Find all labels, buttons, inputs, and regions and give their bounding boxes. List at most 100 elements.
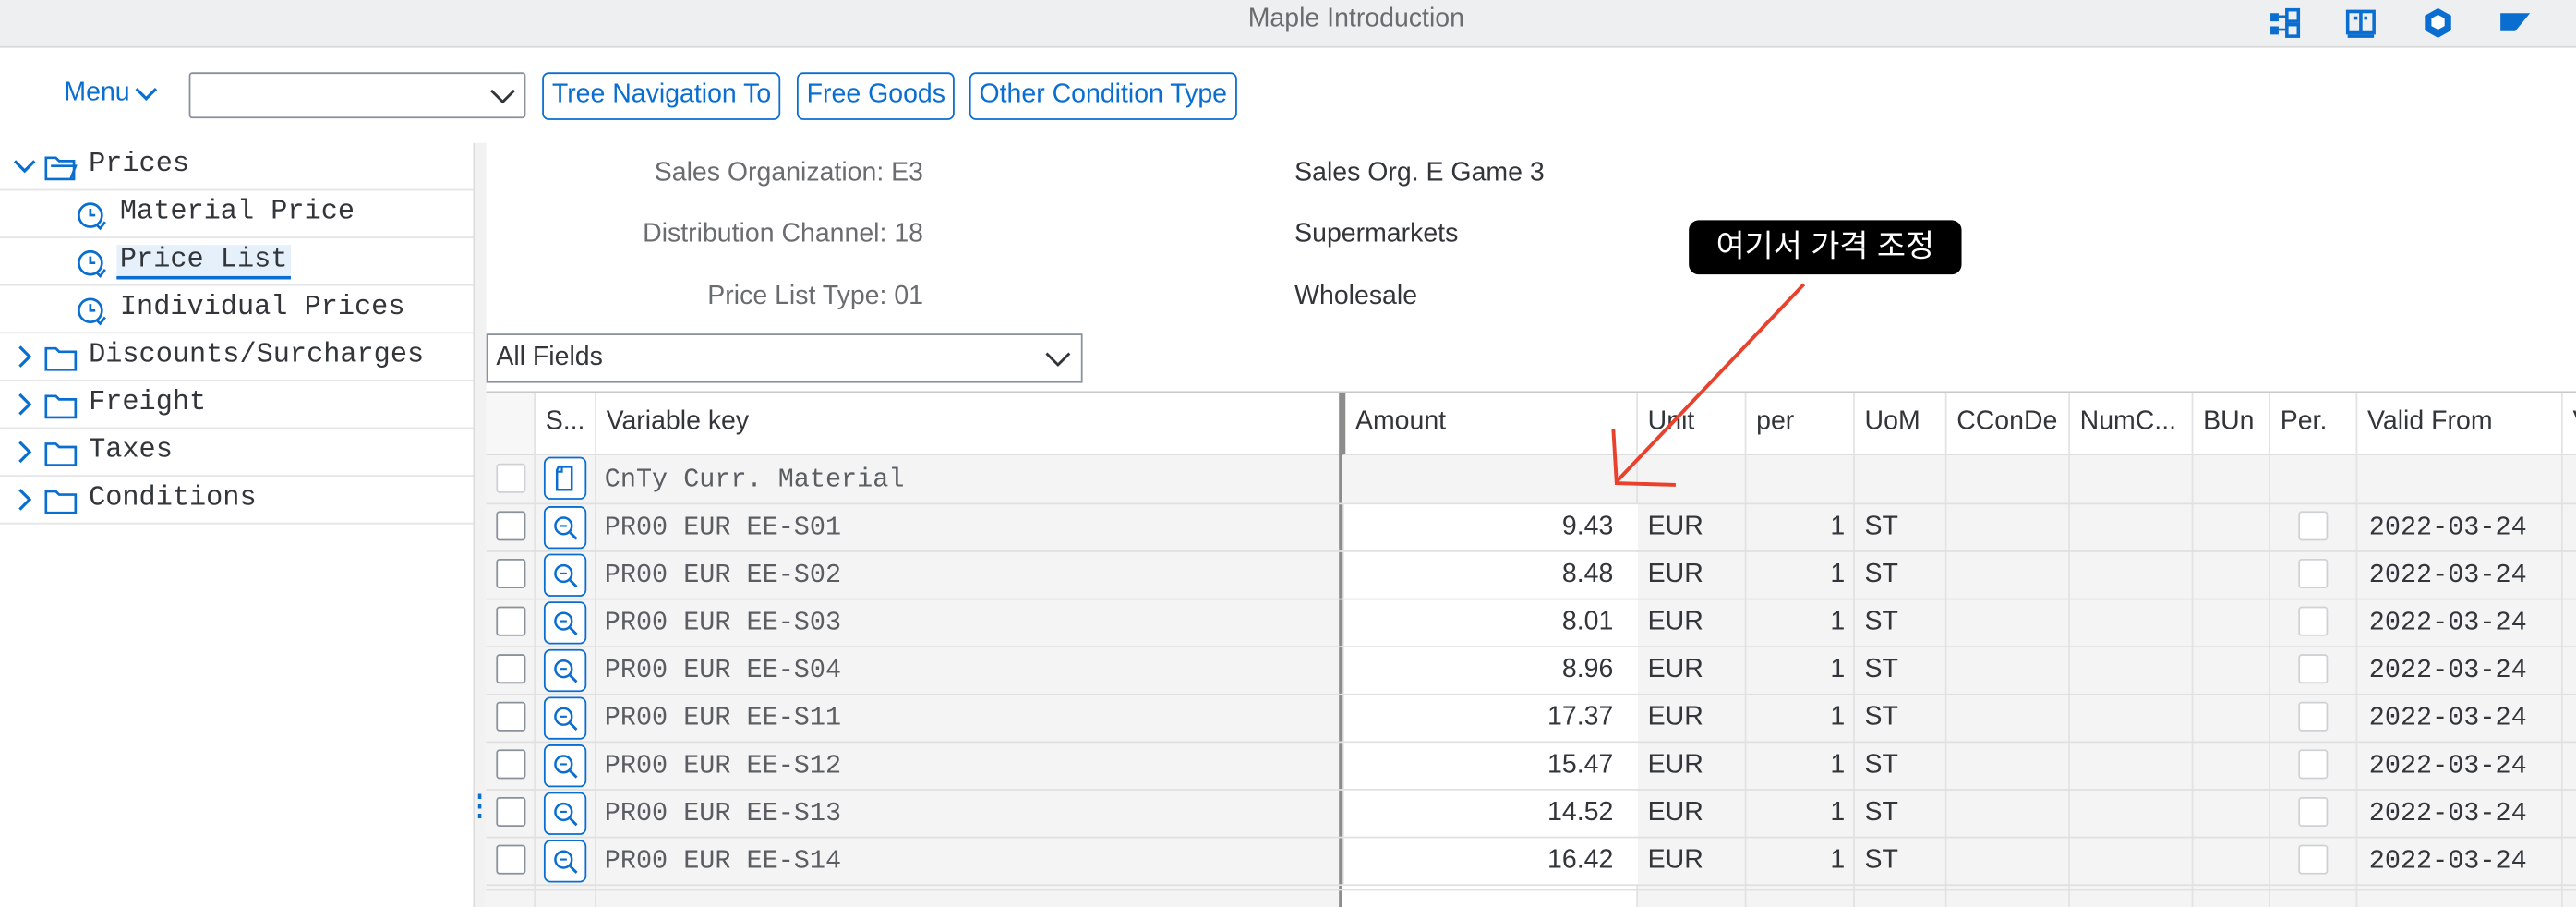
amount-value[interactable]: 17.37 [1342, 704, 1613, 733]
tree-item-label: Discounts/Surcharges [89, 340, 425, 372]
period-checkbox[interactable] [2298, 606, 2329, 636]
row-checkbox[interactable] [496, 749, 526, 780]
variable-key: PR00 EUR EE-S03 [604, 608, 842, 638]
command-field[interactable] [188, 72, 526, 119]
per-value: 1 [1830, 798, 1846, 828]
folder-icon [44, 442, 78, 466]
tree-item-discounts[interactable]: Discounts/Surcharges [0, 333, 474, 381]
row-checkbox[interactable] [496, 558, 526, 589]
per-value: 1 [1830, 751, 1846, 780]
unit-value: EUR [1647, 608, 1703, 636]
row-checkbox[interactable] [496, 844, 526, 875]
amount-value[interactable]: 9.43 [1342, 513, 1613, 542]
magnifier-icon [554, 516, 578, 540]
row-checkbox[interactable] [496, 654, 526, 684]
valid-from-value[interactable]: 2022-03-24 [2369, 846, 2527, 876]
tree-item-material-price[interactable]: Material Price [0, 190, 474, 239]
detail-button[interactable] [543, 456, 587, 500]
chevron-down-icon[interactable] [1045, 350, 1071, 367]
valid-from-value[interactable]: 2022-03-24 [2369, 704, 2527, 733]
unit-value: EUR [1647, 513, 1703, 541]
per-value: 1 [1830, 513, 1846, 541]
row-checkbox[interactable] [496, 796, 526, 828]
detail-button[interactable] [543, 696, 587, 740]
folder-icon [44, 490, 78, 514]
row-checkbox[interactable] [496, 511, 526, 541]
col-header-valid-to[interactable]: V [2562, 393, 2576, 455]
amount-value[interactable]: 16.42 [1342, 846, 1613, 876]
tree-item-label: Taxes [89, 435, 173, 467]
hierarchy-icon[interactable] [2267, 5, 2303, 41]
pane-splitter[interactable] [475, 142, 487, 907]
menu-button[interactable]: Menu [64, 79, 158, 108]
per-value: 1 [1830, 703, 1846, 732]
unit-value: EUR [1647, 846, 1703, 875]
free-goods-button[interactable]: Free Goods [796, 72, 956, 120]
flag-icon[interactable] [2498, 5, 2534, 41]
tree-item-taxes[interactable]: Taxes [0, 429, 474, 478]
cube-icon[interactable] [2420, 5, 2456, 41]
chevron-right-icon[interactable] [13, 393, 36, 416]
condition-table: S... Variable key Amount Unit per UoM CC… [486, 391, 2576, 907]
valid-from-value[interactable]: 2022-03-24 [2369, 751, 2527, 780]
detail-button[interactable] [543, 648, 587, 693]
per-value: 1 [1830, 846, 1846, 875]
valid-from-value[interactable]: 2022-03-24 [2369, 608, 2527, 637]
tree-item-conditions[interactable]: Conditions [0, 477, 474, 525]
magnifier-icon [554, 850, 578, 874]
tree-item-individual-prices[interactable]: Individual Prices [0, 286, 474, 334]
amount-value[interactable]: 8.48 [1342, 561, 1613, 590]
unit-value: EUR [1647, 798, 1703, 828]
tree-navigation-button[interactable]: Tree Navigation To [542, 72, 781, 120]
uom-value: ST [1864, 846, 1898, 875]
per-value: 1 [1830, 655, 1846, 684]
detail-button[interactable] [543, 744, 587, 788]
tree-item-label: Freight [89, 387, 207, 419]
tree-item-price-list[interactable]: Price List [0, 238, 474, 286]
other-condition-type-button[interactable]: Other Condition Type [969, 72, 1237, 120]
uom-value: ST [1864, 608, 1898, 636]
chevron-right-icon[interactable] [13, 345, 36, 369]
detail-button[interactable] [543, 506, 587, 550]
row-checkbox[interactable] [496, 701, 526, 732]
detail-button[interactable] [543, 792, 587, 835]
amount-value[interactable]: 8.01 [1342, 608, 1613, 637]
period-checkbox[interactable] [2298, 558, 2329, 589]
period-checkbox[interactable] [2298, 654, 2329, 684]
clock-icon [78, 297, 106, 326]
chevron-down-icon[interactable] [13, 154, 36, 177]
menu-label: Menu [64, 79, 130, 107]
book-icon[interactable] [2342, 5, 2378, 41]
tree-item-freight[interactable]: Freight [0, 381, 474, 429]
period-checkbox[interactable] [2298, 511, 2329, 541]
chevron-right-icon[interactable] [13, 488, 36, 511]
valid-from-value[interactable]: 2022-03-24 [2369, 513, 2527, 542]
valid-from-value[interactable]: 2022-03-24 [2369, 561, 2527, 590]
detail-button[interactable] [543, 840, 587, 883]
amount-value[interactable]: 14.52 [1342, 799, 1613, 828]
magnifier-icon [554, 659, 578, 683]
variable-key: PR00 EUR EE-S13 [604, 798, 842, 828]
valid-from-value[interactable]: 2022-03-24 [2369, 656, 2527, 685]
field-selector[interactable]: All Fields [486, 333, 1083, 383]
tree-item-prices[interactable]: Prices [0, 143, 474, 191]
magnifier-icon [554, 707, 578, 732]
chevron-down-icon[interactable] [489, 87, 515, 104]
row-checkbox[interactable] [496, 463, 526, 493]
row-checkbox[interactable] [496, 606, 526, 636]
detail-button[interactable] [543, 601, 587, 645]
period-checkbox[interactable] [2298, 749, 2329, 780]
uom-value: ST [1864, 798, 1898, 828]
unit-value: EUR [1647, 560, 1703, 589]
amount-value[interactable]: 8.96 [1342, 656, 1613, 685]
valid-from-value[interactable]: 2022-03-24 [2369, 799, 2527, 828]
period-checkbox[interactable] [2298, 701, 2329, 732]
period-checkbox[interactable] [2298, 796, 2329, 828]
splitter-handle[interactable] [477, 793, 482, 824]
chevron-right-icon[interactable] [13, 441, 36, 464]
detail-button[interactable] [543, 553, 587, 597]
period-checkbox[interactable] [2298, 844, 2329, 875]
magnifier-icon [554, 563, 578, 588]
amount-value[interactable]: 15.47 [1342, 751, 1613, 780]
price-list-type-desc: Wholesale [1294, 283, 1418, 311]
